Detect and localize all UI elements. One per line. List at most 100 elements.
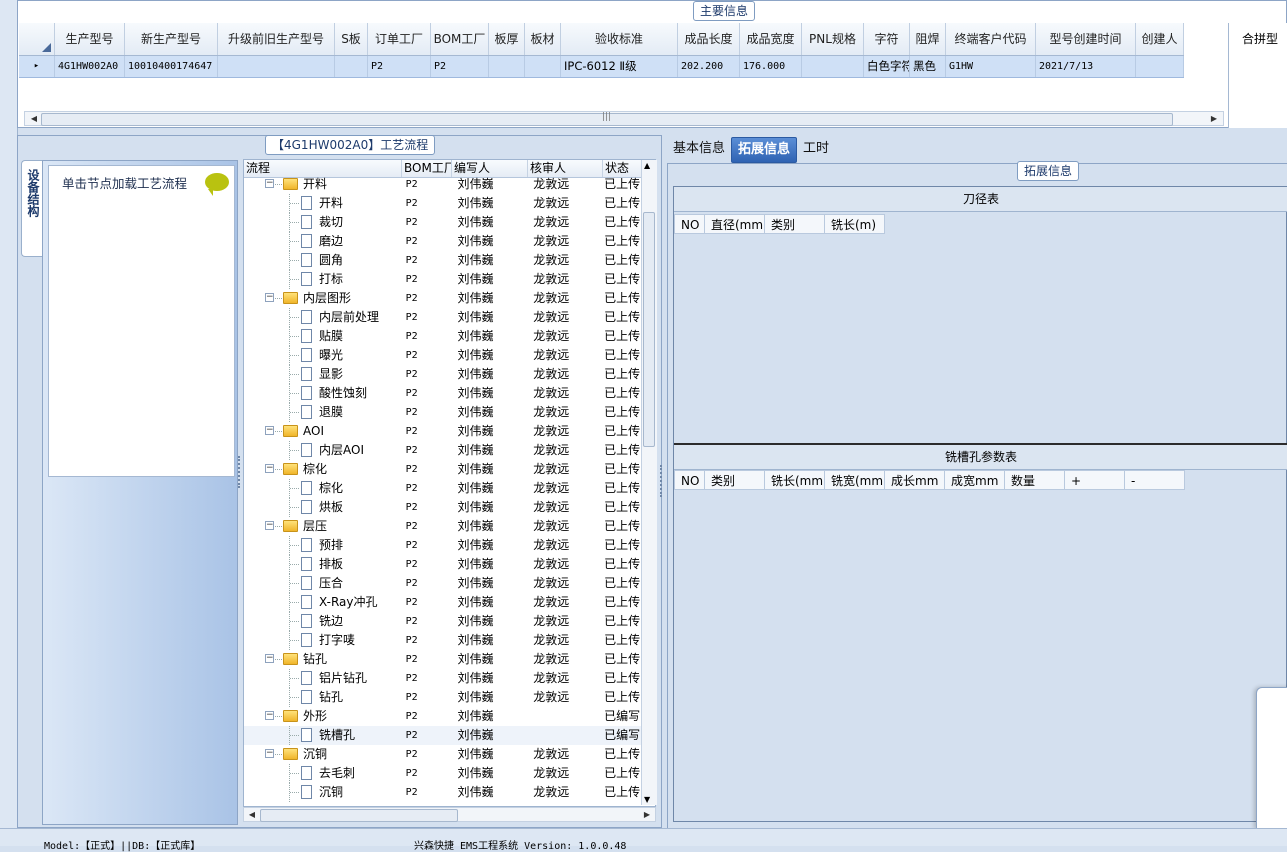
tree-row[interactable]: 圆角 P2 刘伟巍 龙敦远 已上传: [244, 251, 642, 270]
column-header[interactable]: 订单工厂: [368, 23, 431, 55]
column-header[interactable]: 升级前旧生产型号: [218, 23, 335, 55]
splitter-handle[interactable]: [238, 456, 242, 488]
tree-node[interactable]: − 开料: [244, 175, 402, 194]
table-column-header[interactable]: 铣长(mm): [765, 470, 825, 490]
table-column-header[interactable]: 成宽mm: [945, 470, 1005, 490]
scrollbar-thumb[interactable]: |||: [41, 112, 1173, 126]
tree-node[interactable]: 去毛刺: [244, 764, 402, 783]
splitter-handle[interactable]: [660, 465, 664, 497]
scroll-left-icon[interactable]: ◀: [245, 808, 259, 821]
tree-node[interactable]: 圆角: [244, 251, 402, 270]
tree-row[interactable]: 内层AOI P2 刘伟巍 龙敦远 已上传: [244, 441, 642, 460]
scrollbar-thumb[interactable]: [643, 212, 655, 447]
table-cell[interactable]: [525, 56, 561, 77]
tree-row[interactable]: 开料 P2 刘伟巍 龙敦远 已上传: [244, 194, 642, 213]
tree-node[interactable]: 铣槽孔: [244, 726, 402, 745]
table-cell[interactable]: 10010400174647: [125, 56, 218, 77]
column-header[interactable]: PNL规格: [802, 23, 864, 55]
column-header[interactable]: 板厚: [489, 23, 525, 55]
tree-row[interactable]: 压合 P2 刘伟巍 龙敦远 已上传: [244, 574, 642, 593]
tree-node[interactable]: 排板: [244, 555, 402, 574]
tree-row[interactable]: X-Ray冲孔 P2 刘伟巍 龙敦远 已上传: [244, 593, 642, 612]
tree-row[interactable]: 铣槽孔 P2 刘伟巍 已编写: [244, 726, 642, 745]
tree-row[interactable]: − 内层图形 P2 刘伟巍 龙敦远 已上传: [244, 289, 642, 308]
column-header[interactable]: 验收标准: [561, 23, 678, 55]
table-column-header[interactable]: 类别: [765, 214, 825, 234]
collapse-icon[interactable]: −: [265, 749, 274, 758]
table-cell[interactable]: P2: [431, 56, 489, 77]
tree-row[interactable]: − 沉铜 P2 刘伟巍 龙敦远 已上传: [244, 745, 642, 764]
tab-2[interactable]: 工时: [797, 137, 835, 161]
collapse-icon[interactable]: −: [265, 521, 274, 530]
tree-node[interactable]: − 棕化: [244, 460, 402, 479]
collapse-icon[interactable]: −: [265, 464, 274, 473]
table-cell[interactable]: 202.200: [678, 56, 740, 77]
table-cell[interactable]: [218, 56, 335, 77]
column-header[interactable]: 字符: [864, 23, 910, 55]
column-header[interactable]: 创建人: [1136, 23, 1184, 55]
tree-node[interactable]: 曝光: [244, 346, 402, 365]
tree-row[interactable]: 预排 P2 刘伟巍 龙敦远 已上传: [244, 536, 642, 555]
scroll-down-icon[interactable]: ▼: [644, 795, 650, 804]
column-header[interactable]: 成品长度: [678, 23, 740, 55]
table-column-header[interactable]: -: [1125, 470, 1185, 490]
column-header[interactable]: 终端客户代码: [946, 23, 1036, 55]
tree-node[interactable]: 打标: [244, 270, 402, 289]
table-cell[interactable]: 4G1HW002A0: [55, 56, 125, 77]
tree-row[interactable]: − 外形 P2 刘伟巍 已编写: [244, 707, 642, 726]
tree-node[interactable]: 酸性蚀刻: [244, 384, 402, 403]
tab-0[interactable]: 基本信息: [667, 137, 731, 161]
tree-row[interactable]: 去毛刺 P2 刘伟巍 龙敦远 已上传: [244, 764, 642, 783]
tree-node[interactable]: 显影: [244, 365, 402, 384]
collapse-icon[interactable]: −: [265, 426, 274, 435]
scroll-up-icon[interactable]: ▲: [644, 161, 650, 170]
tree-node[interactable]: 内层AOI: [244, 441, 402, 460]
table-cell[interactable]: [489, 56, 525, 77]
table-cell[interactable]: [1136, 56, 1184, 77]
tree-node[interactable]: 铣边: [244, 612, 402, 631]
tree-node[interactable]: 钻孔: [244, 688, 402, 707]
tree-row[interactable]: 打字唛 P2 刘伟巍 龙敦远 已上传: [244, 631, 642, 650]
tree-node[interactable]: 烘板: [244, 498, 402, 517]
tree-node[interactable]: − AOI: [244, 422, 402, 441]
column-header[interactable]: 阻焊: [910, 23, 946, 55]
process-tree[interactable]: 流程 BOM工厂 编写人 核审人 状态 − 开料 P2 刘伟巍 龙敦远 已上传 开料 P2 刘伟巍 龙敦远…: [243, 159, 656, 807]
tab-equipment-structure[interactable]: 设备结构: [21, 160, 44, 257]
table-cell[interactable]: 2021/7/13: [1036, 56, 1136, 77]
table-cell[interactable]: 白色字符: [864, 56, 910, 77]
table-column-header[interactable]: 直径(mm): [705, 214, 765, 234]
tree-row[interactable]: 内层前处理 P2 刘伟巍 龙敦远 已上传: [244, 308, 642, 327]
table-cell[interactable]: [335, 56, 368, 77]
main-horizontal-scrollbar[interactable]: ◀ ||| ▶: [24, 111, 1224, 126]
tree-node[interactable]: − 层压: [244, 517, 402, 536]
tree-node[interactable]: 开料: [244, 194, 402, 213]
column-header[interactable]: BOM工厂: [431, 23, 489, 55]
tree-node[interactable]: 磨边: [244, 232, 402, 251]
table-row[interactable]: ▸ 4G1HW002A0 10010400174647 P2 P2 IPC-6012 Ⅱ…: [19, 56, 1184, 78]
floating-popup[interactable]: [1256, 687, 1287, 829]
column-header[interactable]: S板: [335, 23, 368, 55]
tree-node[interactable]: 沉铜: [244, 783, 402, 802]
table-column-header[interactable]: 铣宽(mm): [825, 470, 885, 490]
tree-row[interactable]: 裁切 P2 刘伟巍 龙敦远 已上传: [244, 213, 642, 232]
tree-node[interactable]: 棕化: [244, 479, 402, 498]
column-header[interactable]: 生产型号: [55, 23, 125, 55]
tree-row[interactable]: − 层压 P2 刘伟巍 龙敦远 已上传: [244, 517, 642, 536]
tree-row[interactable]: 烘板 P2 刘伟巍 龙敦远 已上传: [244, 498, 642, 517]
table-cell[interactable]: P2: [368, 56, 431, 77]
tree-row[interactable]: 铝片钻孔 P2 刘伟巍 龙敦远 已上传: [244, 669, 642, 688]
table-column-header[interactable]: NO: [674, 470, 705, 490]
column-header[interactable]: 板材: [525, 23, 561, 55]
tree-row[interactable]: 贴膜 P2 刘伟巍 龙敦远 已上传: [244, 327, 642, 346]
collapse-icon[interactable]: −: [265, 711, 274, 720]
tree-node[interactable]: − 钻孔: [244, 650, 402, 669]
tree-row[interactable]: 打标 P2 刘伟巍 龙敦远 已上传: [244, 270, 642, 289]
tree-node[interactable]: 预排: [244, 536, 402, 555]
table-cell[interactable]: IPC-6012 Ⅱ级: [561, 56, 678, 77]
tree-row[interactable]: 酸性蚀刻 P2 刘伟巍 龙敦远 已上传: [244, 384, 642, 403]
scroll-left-icon[interactable]: ◀: [27, 112, 41, 125]
tree-vertical-scrollbar[interactable]: ▲ ▼: [641, 160, 657, 805]
tree-row[interactable]: − 棕化 P2 刘伟巍 龙敦远 已上传: [244, 460, 642, 479]
column-header[interactable]: 型号创建时间: [1036, 23, 1136, 55]
tree-node[interactable]: 裁切: [244, 213, 402, 232]
